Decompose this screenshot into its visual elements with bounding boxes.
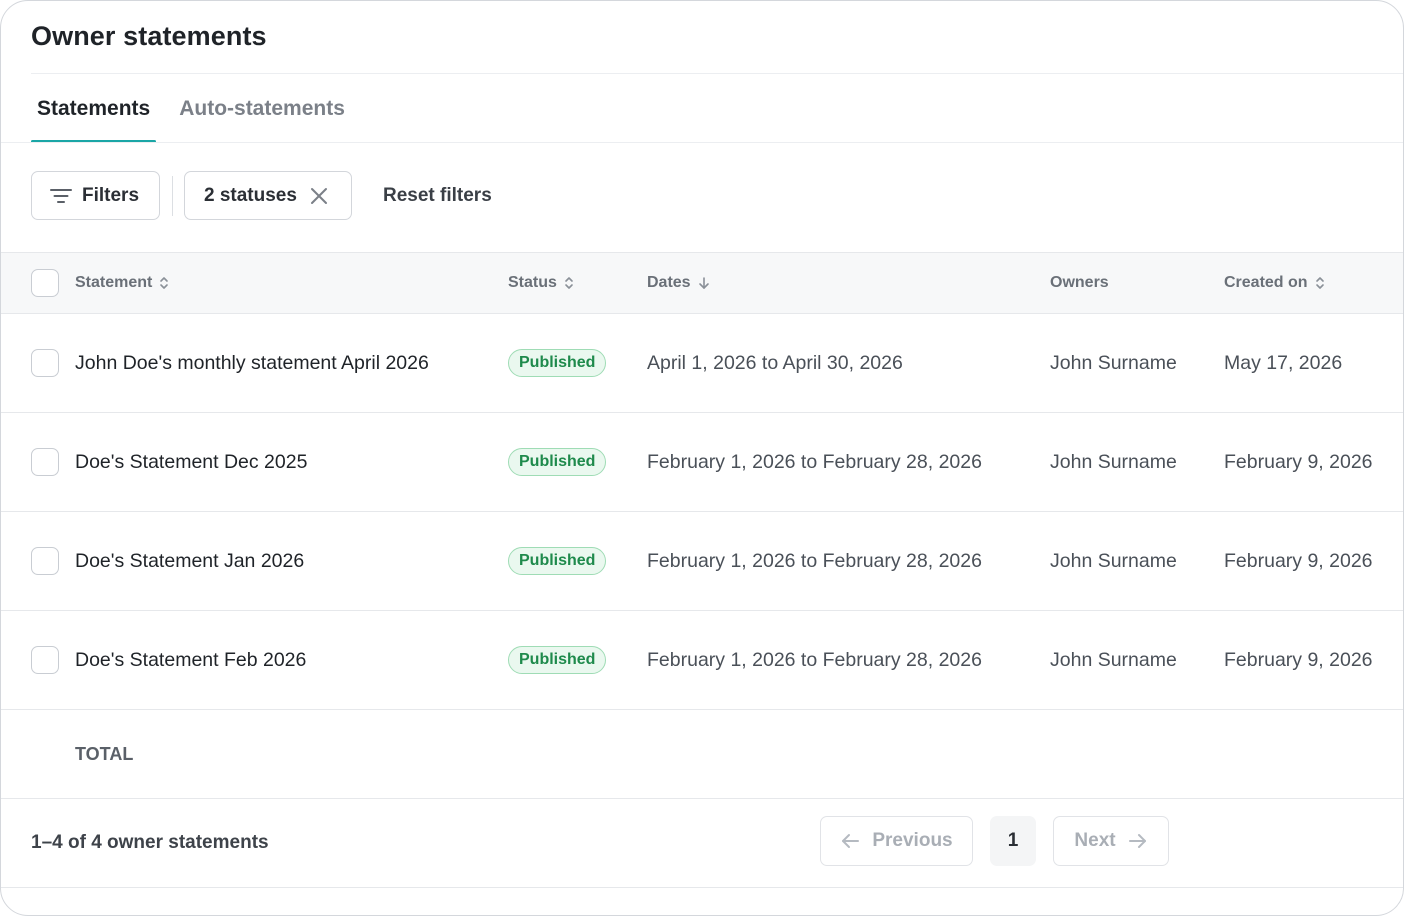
dates-cell: April 1, 2026 to April 30, 2026	[647, 351, 903, 374]
column-header-dates[interactable]: Dates	[647, 253, 710, 313]
select-all-checkbox[interactable]	[31, 269, 59, 297]
statements-table: Statement Status Dates Owners Created on…	[1, 252, 1403, 888]
table-row[interactable]: Doe's Statement Dec 2025 Published Febru…	[1, 413, 1403, 512]
reset-filters-button[interactable]: Reset filters	[383, 185, 492, 207]
dates-cell: February 1, 2026 to February 28, 2026	[647, 549, 982, 572]
tab-bar: Statements Auto-statements	[31, 74, 368, 143]
next-page-label: Next	[1074, 830, 1116, 851]
owners-cell: John Surname	[1050, 648, 1177, 671]
status-cell: Published	[508, 512, 607, 610]
owners-cell: John Surname	[1050, 351, 1177, 374]
row-checkbox[interactable]	[31, 646, 59, 674]
filters-button[interactable]: Filters	[31, 171, 160, 220]
page-number-button[interactable]: 1	[990, 816, 1036, 866]
row-checkbox[interactable]	[31, 547, 59, 575]
created-on-cell: February 9, 2026	[1224, 450, 1373, 473]
page-title: Owner statements	[31, 21, 267, 51]
owner-statements-window: Owner statements Statements Auto-stateme…	[0, 0, 1404, 916]
statement-name[interactable]: Doe's Statement Feb 2026	[75, 611, 306, 709]
sort-icon	[160, 277, 169, 289]
next-page-button[interactable]: Next	[1053, 816, 1169, 866]
total-label: TOTAL	[75, 743, 134, 764]
status-cell: Published	[508, 314, 607, 412]
total-row: TOTAL	[1, 710, 1403, 799]
column-header-owners: Owners	[1050, 253, 1109, 313]
table-row[interactable]: Doe's Statement Feb 2026 Published Febru…	[1, 611, 1403, 710]
column-header-dates-label: Dates	[647, 274, 691, 291]
dates-cell: February 1, 2026 to February 28, 2026	[647, 450, 982, 473]
created-on-cell: February 9, 2026	[1224, 648, 1373, 671]
dates-cell: February 1, 2026 to February 28, 2026	[647, 648, 982, 671]
table-header: Statement Status Dates Owners Created on	[1, 252, 1403, 314]
created-on-cell: May 17, 2026	[1224, 351, 1343, 374]
tab-auto-statements[interactable]: Auto-statements	[173, 74, 351, 143]
sort-icon	[1315, 277, 1324, 289]
previous-page-button[interactable]: Previous	[820, 816, 973, 866]
row-checkbox[interactable]	[31, 448, 59, 476]
arrow-down-icon	[698, 277, 709, 289]
column-header-created-on[interactable]: Created on	[1224, 253, 1325, 313]
sort-icon	[565, 277, 573, 289]
pagination-summary: 1–4 of 4 owner statements	[31, 832, 269, 853]
status-badge: Published	[508, 547, 607, 575]
previous-page-label: Previous	[872, 830, 953, 851]
close-icon[interactable]	[310, 187, 328, 205]
status-cell: Published	[508, 413, 607, 511]
column-header-status[interactable]: Status	[508, 253, 574, 313]
status-filter-chip-label: 2 statuses	[204, 184, 297, 206]
tab-statements[interactable]: Statements	[31, 74, 157, 143]
filter-lines-icon	[50, 188, 72, 203]
status-badge: Published	[508, 349, 607, 377]
table-row[interactable]: John Doe's monthly statement April 2026 …	[1, 314, 1403, 413]
column-header-created-on-label: Created on	[1224, 274, 1308, 291]
arrow-left-icon	[842, 834, 860, 848]
column-header-statement-label: Statement	[75, 274, 153, 291]
owners-cell: John Surname	[1050, 450, 1177, 473]
owners-cell: John Surname	[1050, 549, 1177, 572]
column-header-statement[interactable]: Statement	[75, 253, 169, 313]
filters-separator	[172, 175, 173, 216]
filters-button-label: Filters	[82, 184, 140, 206]
statement-name[interactable]: Doe's Statement Jan 2026	[75, 512, 304, 610]
statement-name[interactable]: John Doe's monthly statement April 2026	[75, 314, 429, 412]
filters-bar: Filters 2 statuses Reset filters	[31, 171, 492, 220]
status-badge: Published	[508, 646, 607, 674]
column-header-owners-label: Owners	[1050, 274, 1109, 291]
pagination-footer: 1–4 of 4 owner statements Previous 1 Nex…	[1, 799, 1403, 888]
arrow-right-icon	[1128, 834, 1146, 848]
row-checkbox[interactable]	[31, 349, 59, 377]
created-on-cell: February 9, 2026	[1224, 549, 1373, 572]
status-filter-chip[interactable]: 2 statuses	[184, 171, 352, 220]
statement-name[interactable]: Doe's Statement Dec 2025	[75, 413, 307, 511]
status-cell: Published	[508, 611, 607, 709]
column-header-status-label: Status	[508, 274, 557, 291]
status-badge: Published	[508, 448, 607, 476]
table-row[interactable]: Doe's Statement Jan 2026 Published Febru…	[1, 512, 1403, 611]
tabs-divider	[1, 142, 1403, 143]
